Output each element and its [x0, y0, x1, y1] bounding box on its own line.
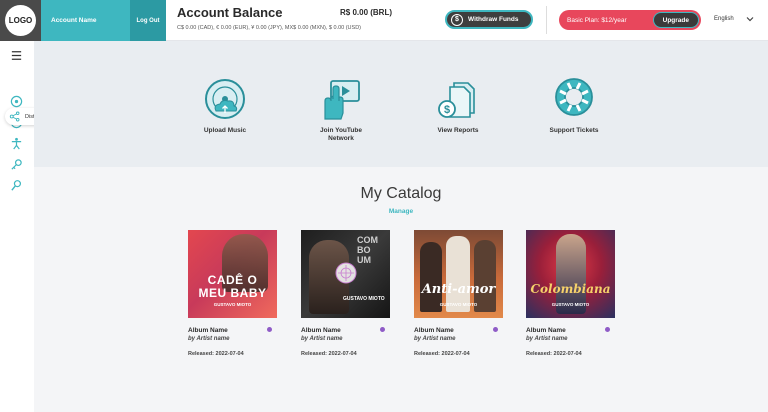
- cover-title: CADÊ O MEU BABY: [198, 273, 267, 300]
- album-card[interactable]: Anti-amor GUSTAVO MIOTO Album Name by Ar…: [414, 230, 504, 357]
- play-target-icon[interactable]: [335, 262, 357, 284]
- cd-upload-icon: [205, 79, 245, 119]
- artist-name: by Artist name: [188, 336, 230, 342]
- upload-music-action[interactable]: Upload Music: [185, 77, 265, 135]
- album-name: Album Name: [301, 327, 341, 334]
- artist-name: by Artist name: [301, 336, 343, 342]
- withdraw-funds-button[interactable]: $ Withdraw Funds: [445, 10, 533, 29]
- reports-icon: $: [438, 82, 475, 118]
- app-page: LOGO Account Name Log Out Account Balanc…: [0, 0, 768, 412]
- release-date: Released: 2022-07-04: [526, 351, 582, 357]
- disc-icon[interactable]: [9, 94, 24, 109]
- release-date: Released: 2022-07-04: [414, 351, 470, 357]
- status-dot: [267, 327, 272, 332]
- action-label: Upload Music: [203, 127, 247, 134]
- header-divider: [546, 6, 547, 34]
- person-icon[interactable]: [9, 136, 24, 151]
- status-dot: [380, 327, 385, 332]
- album-cover[interactable]: Anti-amor GUSTAVO MIOTO: [414, 230, 503, 318]
- youtube-hand-icon: [324, 80, 360, 120]
- top-header: LOGO Account Name Log Out Account Balanc…: [0, 0, 768, 41]
- cover-graffiti: COM BO UM: [357, 235, 378, 265]
- cover-artist: GUSTAVO MIOTO: [551, 302, 590, 307]
- logo-block[interactable]: LOGO: [0, 0, 41, 41]
- album-name: Album Name: [414, 327, 454, 334]
- action-label: View Reports: [437, 127, 479, 134]
- account-name-button[interactable]: Account Name: [41, 0, 130, 41]
- quick-actions: Upload Music Join YouTube Network $ View …: [34, 41, 768, 167]
- logout-button[interactable]: Log Out: [130, 0, 166, 41]
- view-reports-action[interactable]: $ View Reports: [418, 77, 498, 135]
- distribution-icon: [9, 111, 20, 122]
- artist-name: by Artist name: [526, 336, 568, 342]
- album-cover[interactable]: COM BO UM GUSTAVO MIOTO: [301, 230, 390, 318]
- album-name: Album Name: [526, 327, 566, 334]
- plan-label: Basic Plan: $12/year: [567, 16, 627, 24]
- manage-link[interactable]: Manage: [0, 208, 768, 215]
- withdraw-label: Withdraw Funds: [468, 16, 519, 23]
- svg-text:$: $: [444, 104, 450, 116]
- album-card[interactable]: COM BO UM GUSTAVO MIOTO Album Name by Arti…: [301, 230, 391, 357]
- cover-title: Anti-amor: [421, 282, 496, 297]
- album-cover[interactable]: Colombiana GUSTAVO MIOTO: [526, 230, 615, 318]
- status-dot: [493, 327, 498, 332]
- release-date: Released: 2022-07-04: [301, 351, 357, 357]
- status-dot: [605, 327, 610, 332]
- balance-main-value: R$ 0.00 (BRL): [340, 8, 393, 17]
- lifebuoy-icon: [555, 78, 593, 116]
- cover-artist: GUSTAVO MIOTO: [343, 296, 385, 302]
- cover-artist: GUSTAVO MIOTO: [213, 302, 252, 307]
- sidebar: Distribution: [0, 41, 77, 412]
- catalog-title: My Catalog: [360, 185, 442, 202]
- plan-badge: Basic Plan: $12/year Upgrade: [559, 10, 701, 30]
- menu-icon[interactable]: [9, 48, 24, 63]
- key-icon[interactable]: [9, 157, 24, 172]
- manage-label[interactable]: Manage: [389, 208, 413, 215]
- balance-title: Account Balance: [177, 5, 283, 20]
- album-name: Album Name: [188, 327, 228, 334]
- album-cover[interactable]: CADÊ O MEU BABY GUSTAVO MIOTO: [188, 230, 277, 318]
- balance-other-currencies: C$ 0.00 (CAD), € 0.00 (EUR), ¥ 0.00 (JPY…: [177, 25, 362, 31]
- dollar-icon: $: [451, 13, 463, 26]
- language-select[interactable]: English: [714, 16, 734, 22]
- upgrade-button[interactable]: Upgrade: [652, 12, 699, 28]
- cover-title: Colombiana: [530, 282, 611, 296]
- release-date: Released: 2022-07-04: [188, 351, 244, 357]
- artist-name: by Artist name: [414, 336, 456, 342]
- support-tickets-action[interactable]: Support Tickets: [534, 77, 614, 135]
- action-label: Support Tickets: [549, 127, 599, 134]
- chevron-down-icon[interactable]: [745, 14, 755, 24]
- join-youtube-action[interactable]: Join YouTube Network: [301, 77, 381, 144]
- cover-artist: GUSTAVO MIOTO: [439, 302, 478, 307]
- action-label: Join YouTube Network: [320, 127, 362, 143]
- album-card[interactable]: CADÊ O MEU BABY GUSTAVO MIOTO Album Name …: [188, 230, 278, 357]
- logo: LOGO: [5, 5, 36, 36]
- album-card[interactable]: Colombiana GUSTAVO MIOTO Album Name by A…: [526, 230, 616, 357]
